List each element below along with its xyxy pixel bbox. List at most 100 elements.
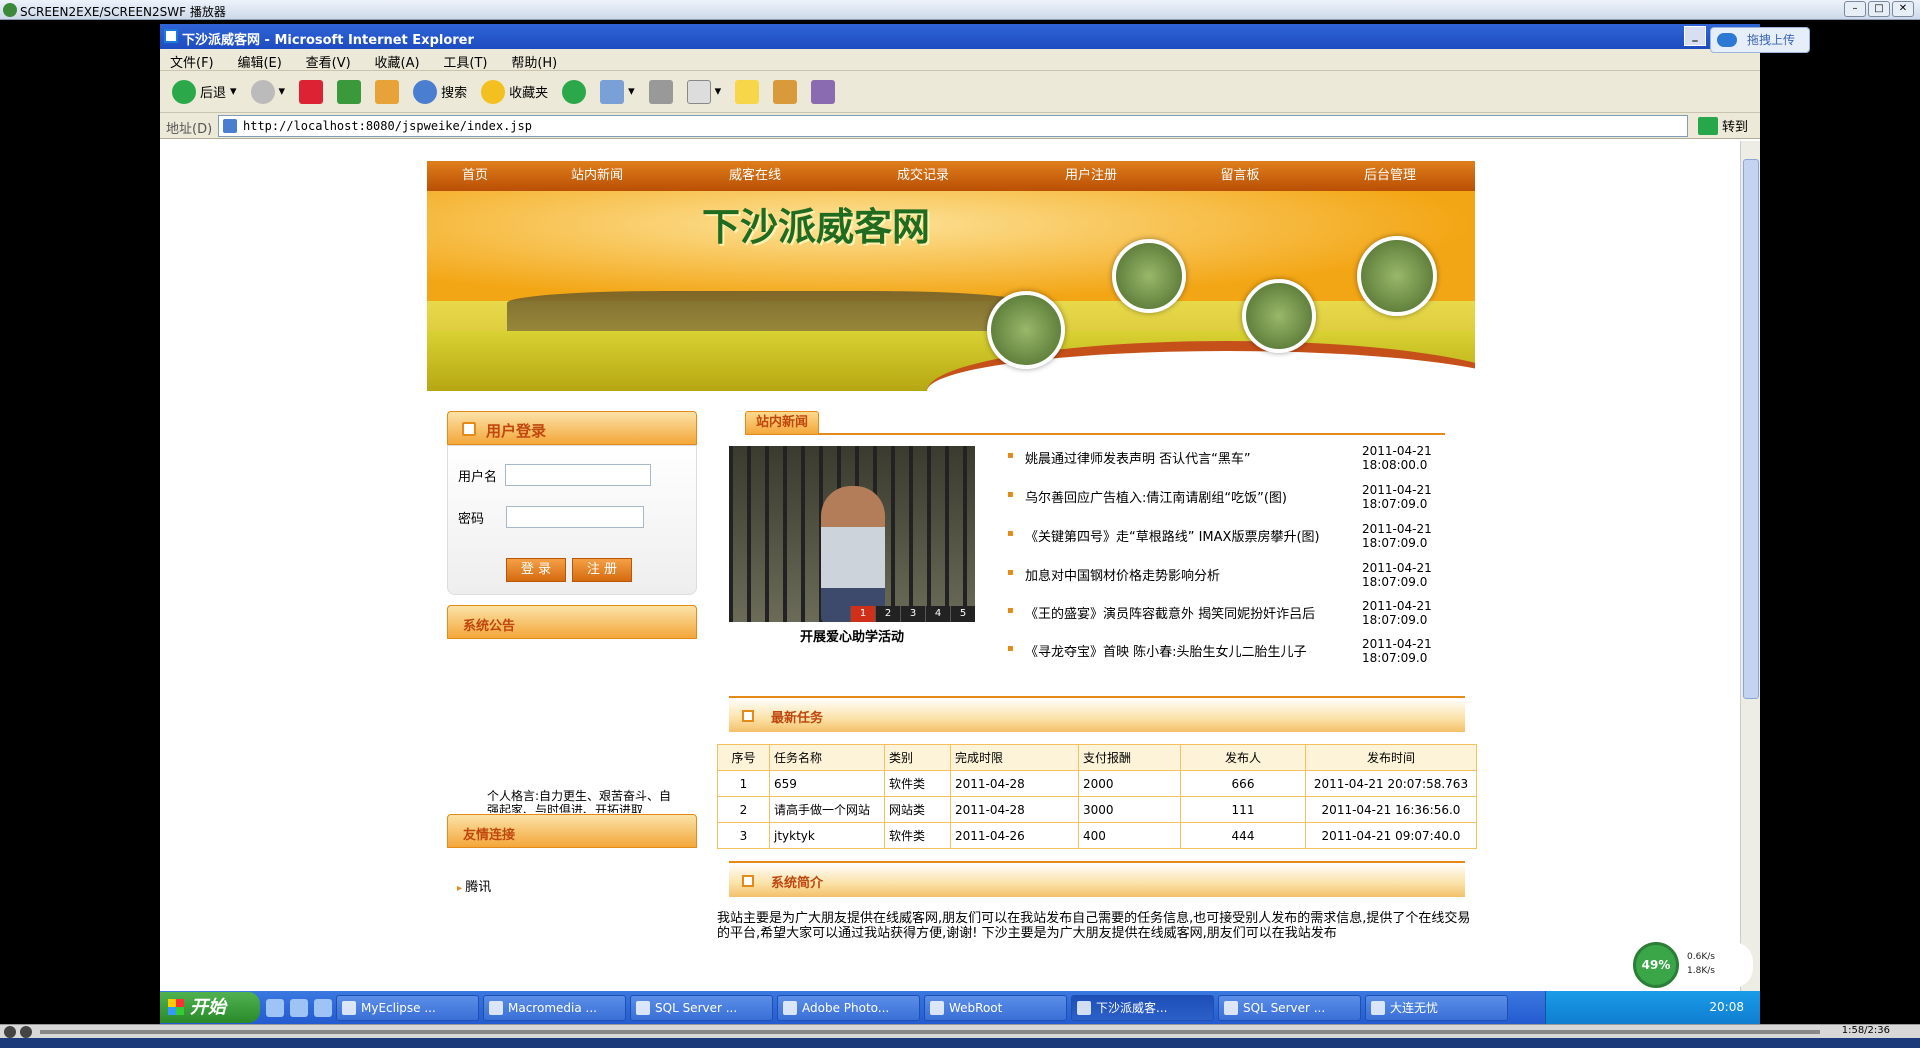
nav-home[interactable]: 首页 — [427, 161, 523, 191]
research-button[interactable] — [807, 78, 839, 106]
quicklaunch-icon[interactable] — [314, 998, 332, 1017]
news-tab-bar: 站内新闻 — [745, 411, 1445, 435]
edit-button[interactable]: ▾ — [683, 78, 726, 106]
news-item[interactable]: ▪ 《关键第四号》走“草根路线” IMAX版票房攀升(图) 2011-04-21 18… — [1007, 522, 1467, 560]
col-header: 序号 — [717, 744, 770, 771]
maximize-button[interactable]: □ — [1868, 1, 1890, 17]
player-title: SCREEN2EXE/SCREEN2SWF 播放器 — [20, 5, 226, 19]
nav-guestbook[interactable]: 留言板 — [1175, 161, 1305, 191]
home-button[interactable] — [371, 78, 403, 106]
mail-button[interactable]: ▾ — [596, 78, 639, 106]
notes-button[interactable] — [731, 78, 763, 106]
photo-person — [821, 486, 885, 622]
search-button[interactable]: 搜索 — [409, 78, 471, 106]
vertical-scrollbar[interactable] — [1740, 141, 1760, 991]
stop-button[interactable] — [295, 78, 327, 106]
nav-news[interactable]: 站内新闻 — [523, 161, 671, 191]
username-input[interactable] — [505, 464, 652, 486]
note-icon — [735, 79, 760, 104]
password-input[interactable] — [506, 506, 644, 528]
page-content: 首页 站内新闻 威客在线 成交记录 用户注册 留言板 后台管理 下沙派威客网 用… — [160, 141, 1740, 991]
slide-dot[interactable]: 5 — [950, 606, 975, 622]
news-item[interactable]: ▪ 加息对中国钢材价格走势影响分析 2011-04-21 18:07:09.0 — [1007, 561, 1467, 599]
site-title: 下沙派威客网 — [702, 204, 931, 249]
news-item[interactable]: ▪ 乌尔善回应广告植入:倩江南请剧组“吃饭”(图) 2011-04-21 18:07:… — [1007, 483, 1467, 521]
nav-deals[interactable]: 成交记录 — [839, 161, 1007, 191]
stop-icon[interactable] — [20, 1026, 32, 1038]
table-row[interactable]: 1 659 软件类 2011-04-28 2000 666 2011-04-21 20:07… — [717, 770, 1477, 797]
taskbar-item[interactable]: 大连无忧 — [1365, 994, 1508, 1021]
taskbar: 开始 MyEclipse ... Macromedia ... SQL Serv… — [160, 991, 1760, 1024]
cloud-icon — [1717, 33, 1737, 47]
news-item[interactable]: ▪ 姚晨通过律师发表声明 否认代言“黑车” 2011-04-21 18:08:00.0 — [1007, 444, 1467, 482]
upload-widget[interactable]: 拖拽上传 — [1710, 27, 1810, 53]
minimize-button[interactable]: – — [1844, 1, 1866, 17]
table-row[interactable]: 3 jtyktyk 软件类 2011-04-26 400 444 2011-04-21 09… — [717, 822, 1477, 849]
edit-icon — [686, 79, 711, 104]
clock[interactable]: 20:08 — [1709, 1000, 1744, 1014]
nav-weike-online[interactable]: 威客在线 — [671, 161, 839, 191]
refresh-button[interactable] — [333, 78, 365, 106]
book-button[interactable] — [769, 78, 801, 106]
address-input[interactable]: http://localhost:8080/jspweike/index.jsp — [218, 115, 1688, 137]
menubar: 文件(F) 编辑(E) 查看(V) 收藏(A) 工具(T) 帮助(H) — [160, 49, 1760, 71]
site-page: 首页 站内新闻 威客在线 成交记录 用户注册 留言板 后台管理 下沙派威客网 用… — [427, 141, 1477, 991]
friend-link[interactable]: ▸ 腾讯 — [457, 876, 491, 895]
left-black-margin — [0, 20, 160, 1024]
player-titlebar: SCREEN2EXE/SCREEN2SWF 播放器 – □ ✕ — [0, 0, 1920, 20]
slide-dot[interactable]: 1 — [850, 606, 875, 622]
print-icon — [648, 79, 673, 104]
news-item[interactable]: ▪ 《王的盛宴》演员阵容截意外 揭笑同妮扮奸诈吕后 2011-04-21 18:07:… — [1007, 599, 1467, 637]
login-button[interactable]: 登 录 — [506, 558, 566, 582]
forward-button[interactable]: ▾ — [247, 78, 290, 106]
banner-photo-circle — [987, 291, 1065, 369]
research-icon — [811, 79, 836, 104]
seek-track[interactable] — [40, 1030, 1820, 1034]
notice-title: 系统公告 — [463, 619, 516, 634]
back-button[interactable]: 后退 ▾ — [168, 78, 241, 106]
close-button[interactable]: ✕ — [1892, 1, 1914, 17]
col-header: 支付报酬 — [1078, 744, 1181, 771]
back-arrow-icon — [172, 79, 196, 104]
taskbar-item[interactable]: MyEclipse ... — [336, 994, 479, 1021]
start-button[interactable]: 开始 — [160, 992, 260, 1023]
ie-title: 下沙派威客网 - Microsoft Internet Explorer — [182, 33, 474, 48]
intro-icon — [742, 875, 754, 887]
system-tray: 20:08 — [1545, 991, 1760, 1024]
col-header: 发布时间 — [1305, 744, 1477, 771]
slide-dot[interactable]: 4 — [925, 606, 950, 622]
scroll-thumb[interactable] — [1743, 159, 1759, 699]
news-item[interactable]: ▪ 《寻龙夺宝》首映 陈小春:头胎生女儿二胎生儿子 2011-04-21 18:07:… — [1007, 637, 1467, 675]
photo-caption[interactable]: 开展爱心助学活动 — [729, 626, 975, 645]
favorites-button[interactable]: 收藏夹 — [477, 78, 552, 106]
quicklaunch-icon[interactable] — [290, 998, 308, 1017]
notice-motto: 个人格言:自力更生、艰苦奋斗、自强起家、与时俱进、开拓进取 — [487, 789, 672, 813]
taskbar-item[interactable]: WebRoot — [924, 994, 1067, 1021]
notice-body: 个人格言:自力更生、艰苦奋斗、自强起家、与时俱进、开拓进取 — [447, 639, 697, 814]
ie-minimize-button[interactable]: _ — [1684, 26, 1706, 46]
banner-trees — [507, 291, 1027, 331]
slide-dot[interactable]: 2 — [875, 606, 900, 622]
username-label: 用户名 — [458, 469, 498, 485]
pause-icon[interactable] — [4, 1026, 16, 1038]
table-row[interactable]: 2 请高手做一个网站 网站类 2011-04-28 3000 111 2011-04-21 … — [717, 796, 1477, 823]
news-tab[interactable]: 站内新闻 — [745, 411, 820, 435]
go-button[interactable]: 转到 — [1698, 116, 1748, 135]
slide-dot[interactable]: 3 — [900, 606, 925, 622]
news-photo[interactable]: 1 2 3 4 5 — [729, 446, 975, 622]
nav-admin[interactable]: 后台管理 — [1305, 161, 1475, 191]
nav-register[interactable]: 用户注册 — [1007, 161, 1175, 191]
history-button[interactable] — [558, 78, 590, 106]
taskbar-item[interactable]: SQL Server ... — [630, 994, 773, 1021]
print-button[interactable] — [645, 78, 677, 106]
taskbar-item[interactable]: Adobe Photo... — [777, 994, 920, 1021]
register-button[interactable]: 注 册 — [572, 558, 632, 582]
network-percent: 49% — [1633, 942, 1679, 988]
windows-flag-icon — [168, 999, 184, 1015]
download-rate: 1.8K/s — [1687, 966, 1715, 976]
taskbar-item[interactable]: SQL Server ... — [1218, 994, 1361, 1021]
taskbar-item[interactable]: Macromedia ... — [483, 994, 626, 1021]
quicklaunch-ie-icon[interactable] — [266, 998, 284, 1017]
taskbar-item[interactable]: 下沙派威客... — [1071, 994, 1214, 1021]
history-icon — [562, 79, 587, 104]
